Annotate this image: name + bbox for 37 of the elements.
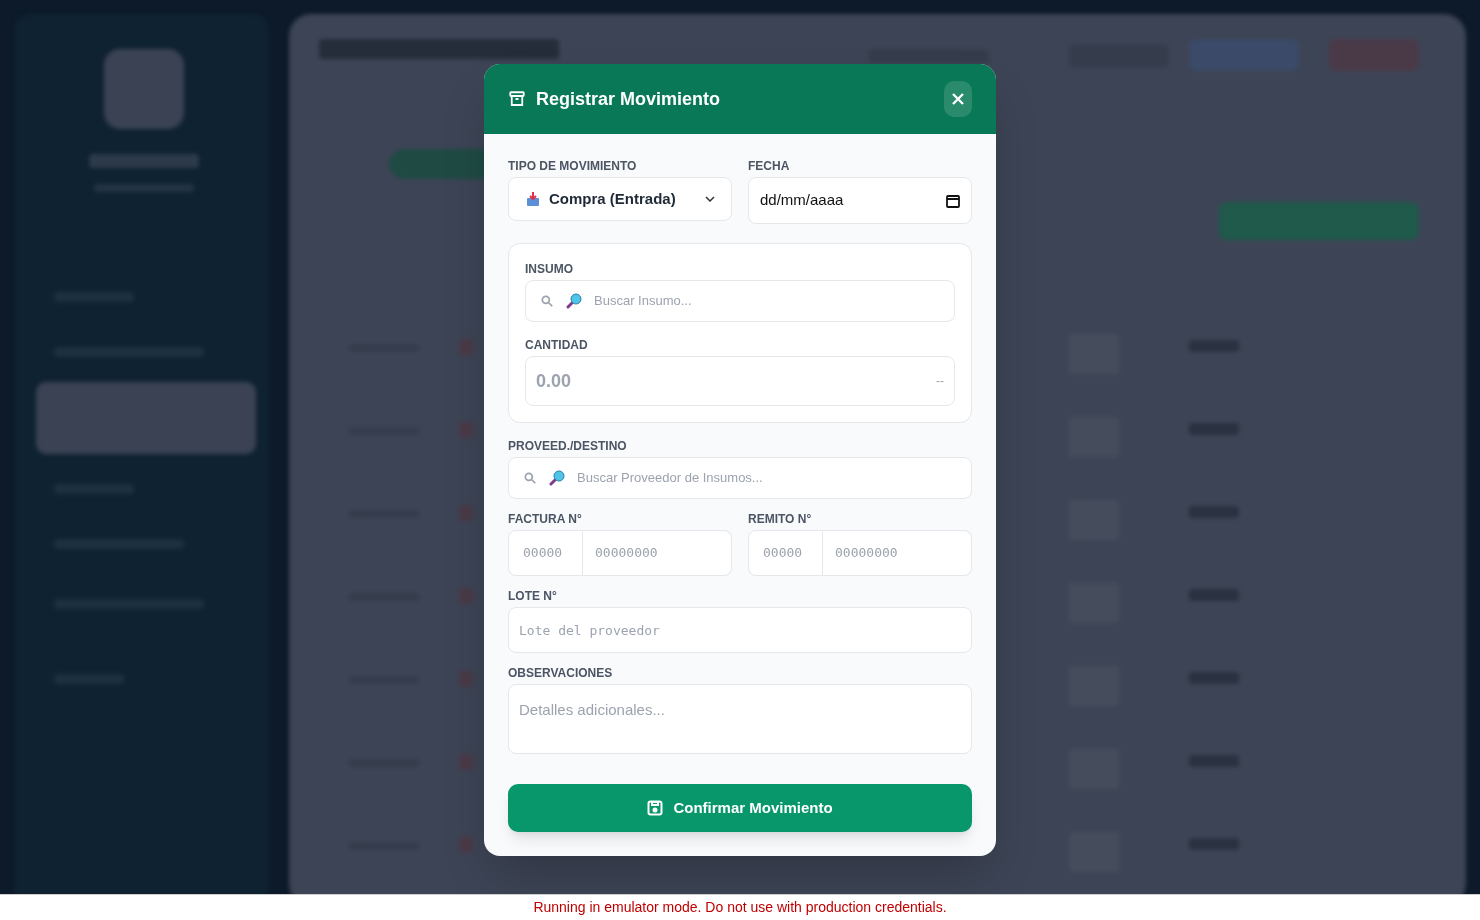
- item-search-field[interactable]: Buscar Insumo...: [525, 280, 955, 322]
- field-label: PROVEED./DESTINO: [508, 440, 628, 452]
- banner-text: Running in emulator mode. Do not use with production credentials.: [533, 898, 947, 917]
- chevron-down-icon: [705, 196, 715, 202]
- confirm-button[interactable]: Confirmar Movimiento: [508, 784, 972, 832]
- modal-title: Registrar Movimiento: [536, 87, 721, 111]
- field-label: FACTURA N°: [508, 513, 583, 525]
- save-icon: [647, 800, 664, 816]
- magnifier-icon: [549, 470, 565, 486]
- close-button[interactable]: [944, 81, 972, 117]
- supplier-search-field[interactable]: Buscar Proveedor de Insumos...: [508, 457, 972, 499]
- field-label: LOTE N°: [508, 590, 558, 602]
- lot-field[interactable]: Lote del proveedor: [508, 607, 972, 653]
- field-label: INSUMO: [525, 263, 574, 275]
- inbox-tray-icon: [525, 191, 541, 207]
- movement-type-select[interactable]: Compra (Entrada): [508, 177, 732, 221]
- field-label: FECHA: [748, 160, 791, 172]
- notes-field[interactable]: Detalles adicionales...: [508, 684, 972, 754]
- prefix-field[interactable]: 00000: [508, 530, 583, 576]
- field-label: CANTIDAD: [525, 339, 589, 351]
- search-icon: [540, 294, 554, 308]
- search-icon: [523, 471, 537, 485]
- prefix-field[interactable]: 00000: [748, 530, 823, 576]
- field-label: OBSERVACIONES: [508, 667, 614, 679]
- archive-icon: [508, 90, 526, 108]
- number-field[interactable]: 00000000: [823, 530, 972, 576]
- number-field[interactable]: 00000000: [583, 530, 732, 576]
- date-field[interactable]: dd/mm/aaaa: [748, 177, 972, 224]
- item-search-input[interactable]: Buscar Insumo...: [594, 291, 940, 311]
- field-label: TIPO DE MOVIMIENTO: [508, 160, 638, 172]
- close-icon: [951, 92, 965, 106]
- field-label: REMITO N°: [748, 513, 813, 525]
- quantity-input[interactable]: 0.00: [536, 367, 936, 395]
- unit-text: --: [936, 373, 944, 390]
- supplier-search-input[interactable]: Buscar Proveedor de Insumos...: [577, 468, 957, 488]
- calendar-icon: [946, 193, 960, 208]
- magnifier-icon: [566, 293, 582, 309]
